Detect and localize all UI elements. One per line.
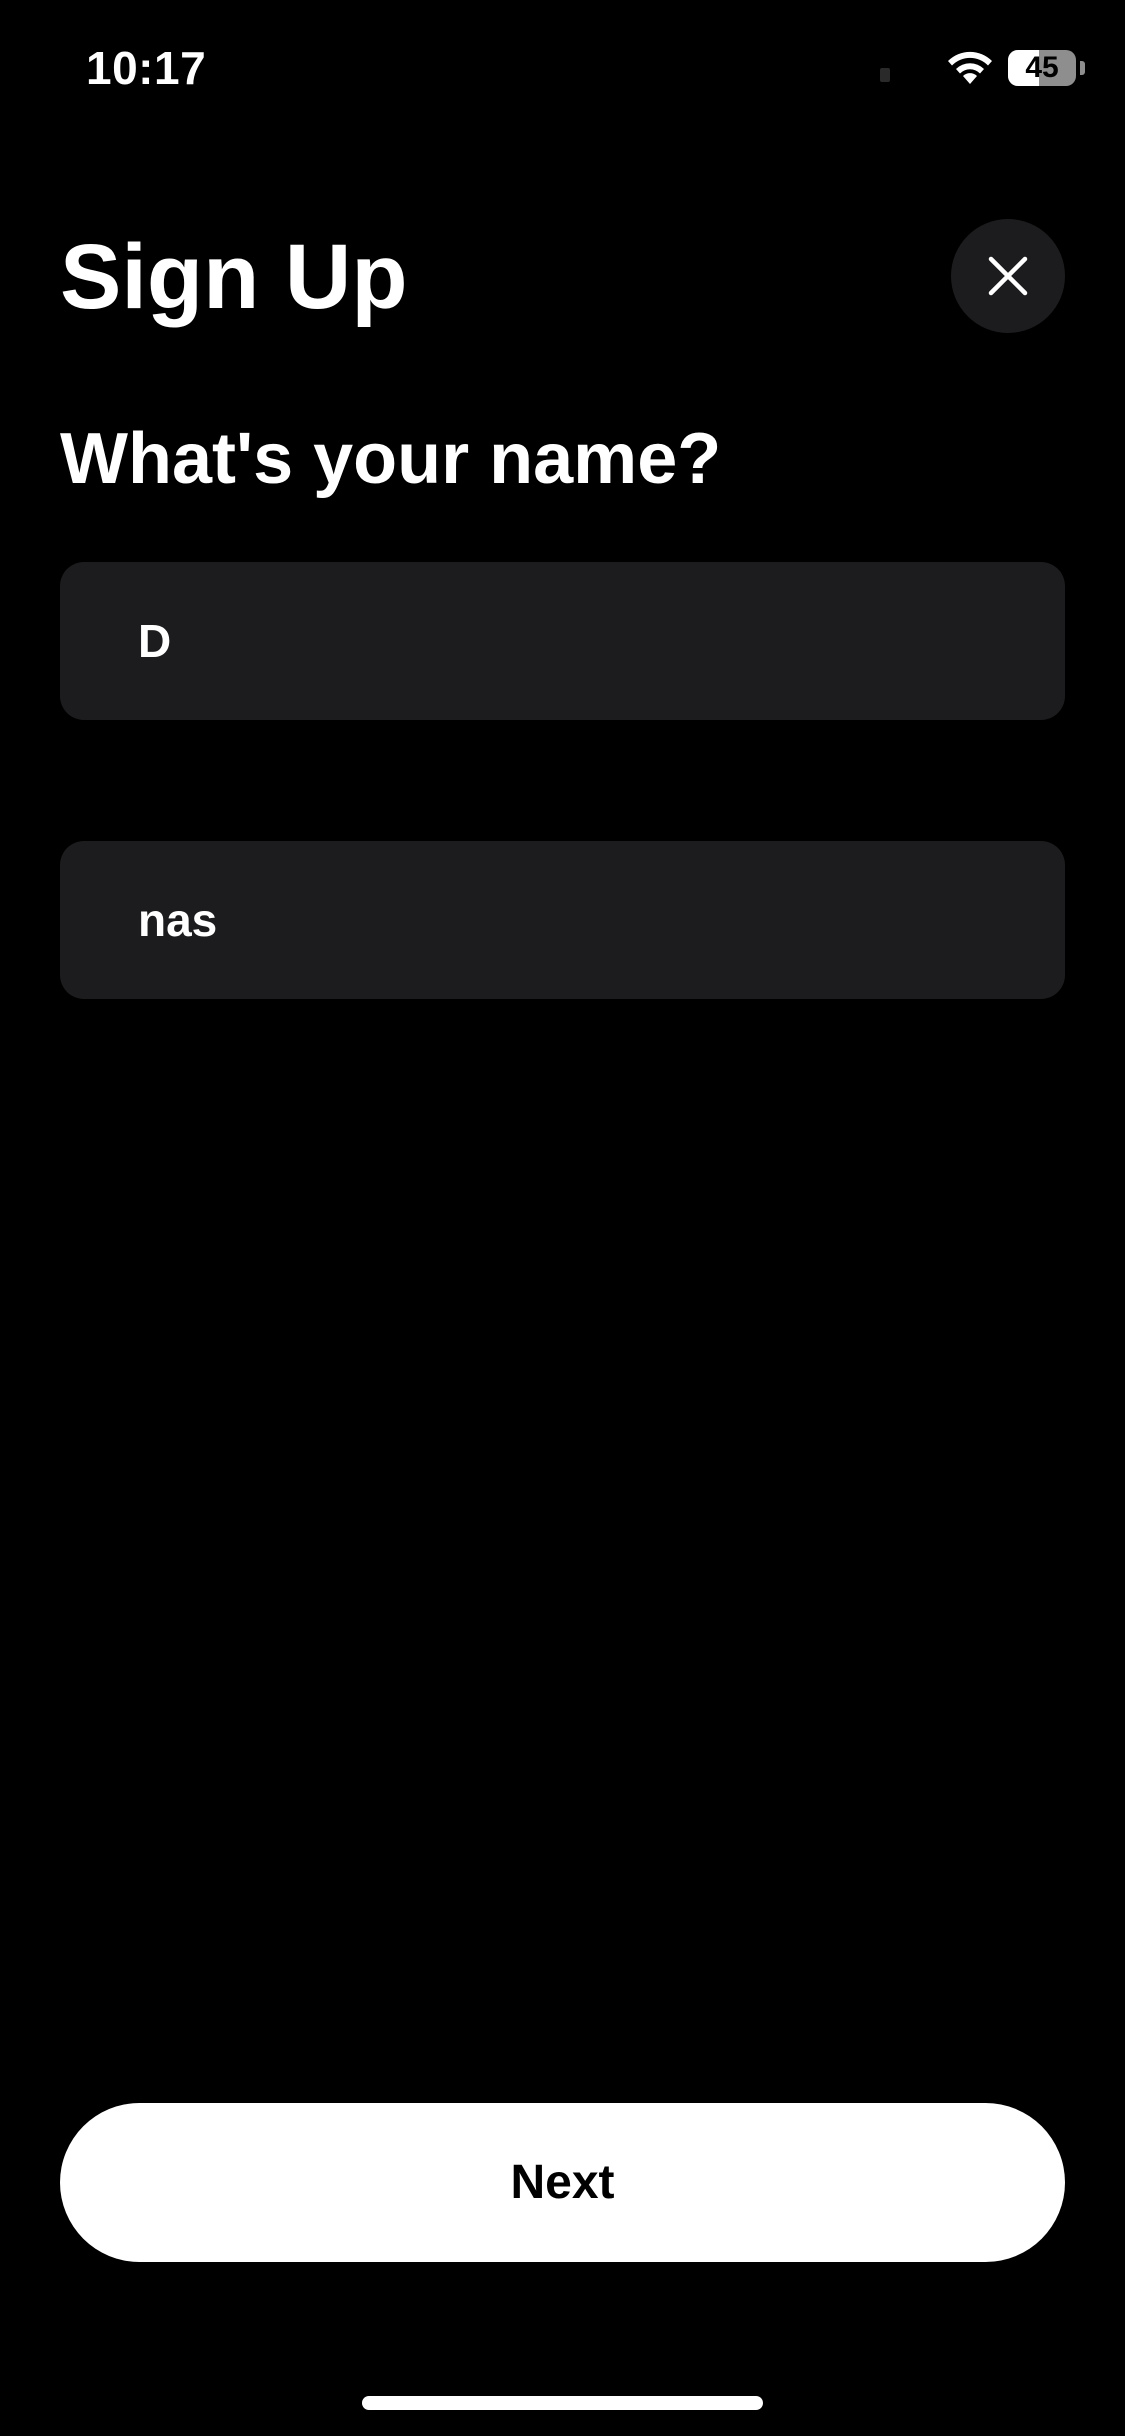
battery-cap (1080, 61, 1085, 75)
page-title: Sign Up (60, 226, 408, 328)
next-button[interactable]: Next (60, 2103, 1065, 2262)
last-name-input[interactable] (60, 841, 1065, 999)
battery-level: 45 (1025, 51, 1059, 84)
close-icon (988, 256, 1028, 296)
name-question: What's your name? (60, 419, 722, 499)
home-indicator[interactable] (362, 2396, 763, 2410)
status-time: 10:17 (86, 42, 207, 94)
wifi-icon (948, 51, 992, 84)
first-name-input[interactable] (60, 562, 1065, 720)
battery-icon: 45 (1008, 50, 1076, 86)
status-indicator-dot (880, 68, 890, 82)
status-bar: 10:17 45 (0, 0, 1125, 140)
close-button[interactable] (951, 219, 1065, 333)
